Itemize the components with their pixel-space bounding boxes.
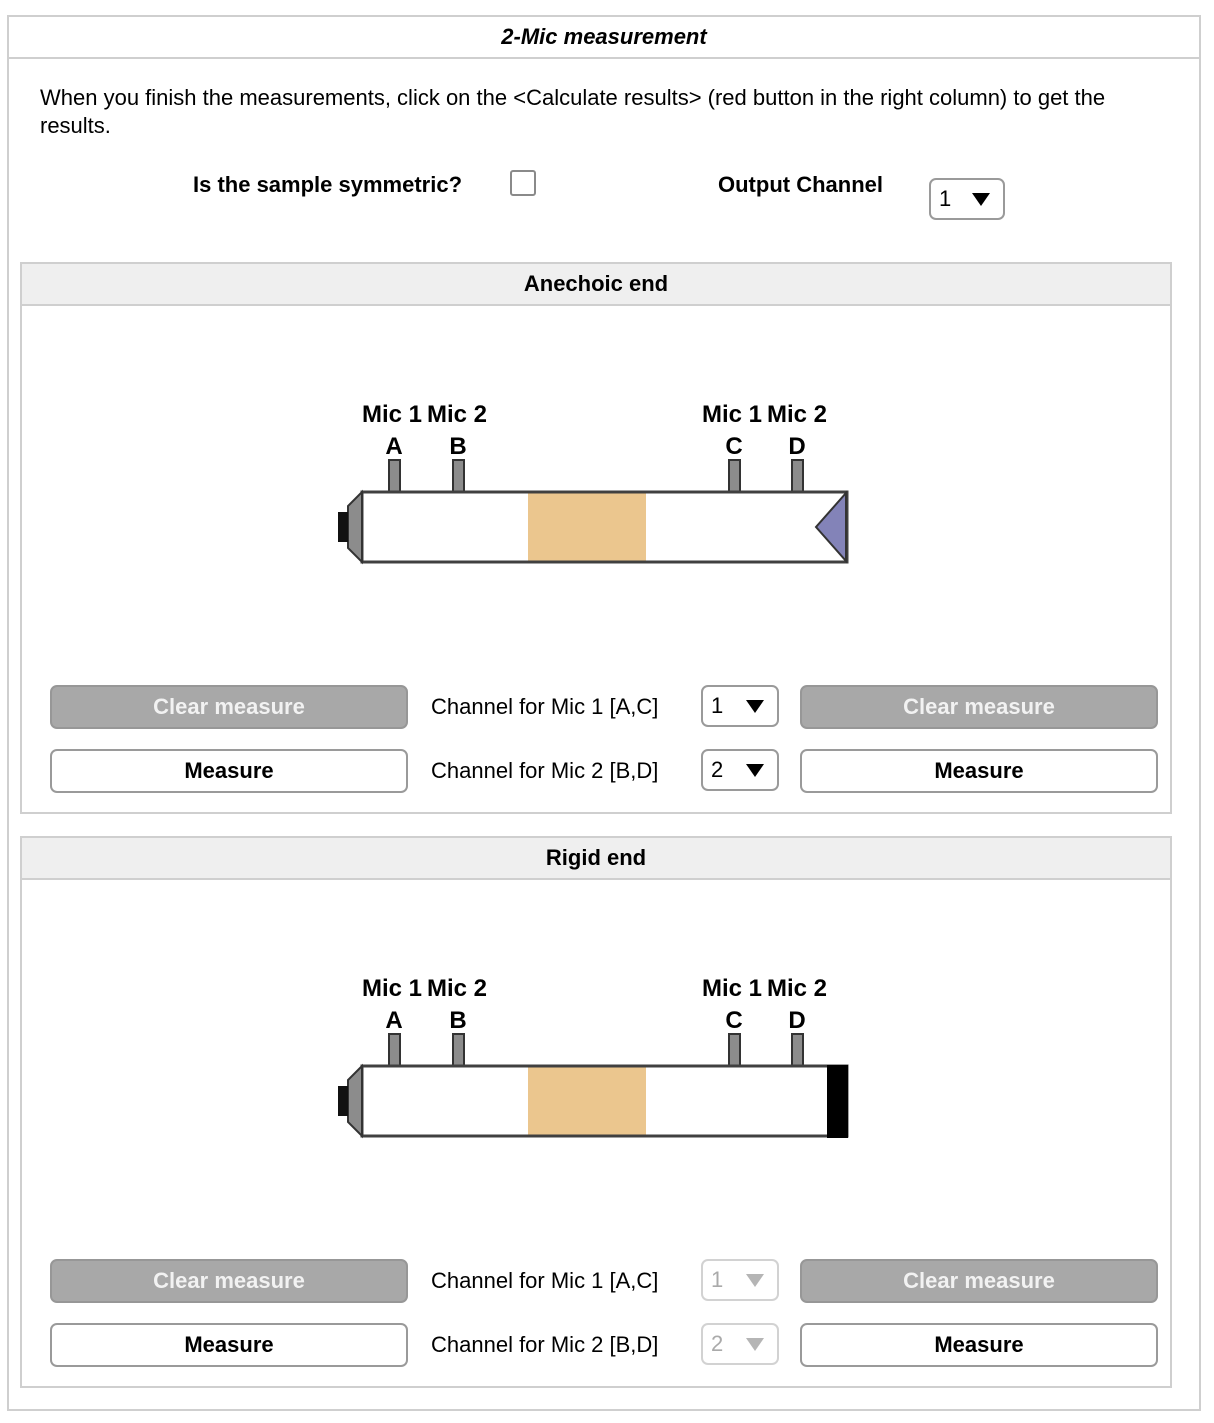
loudspeaker-icon xyxy=(347,1063,363,1139)
anechoic-end-header: Anechoic end xyxy=(22,264,1170,306)
rigid-mic2-channel-select[interactable]: 2 xyxy=(701,1323,779,1365)
mic1-label-left: Mic 1 xyxy=(362,975,422,1002)
rigid-mic1-channel-value: 1 xyxy=(711,1267,724,1292)
position-d-label: D xyxy=(788,1007,805,1034)
output-channel-value: 1 xyxy=(939,186,952,211)
rigid-end-header: Rigid end xyxy=(22,838,1170,880)
rigid-mic1-channel-label: Channel for Mic 1 [A,C] xyxy=(431,1268,659,1293)
position-a-label: A xyxy=(385,433,402,460)
mic-c-icon xyxy=(728,459,741,493)
anechoic-mic1-channel-select[interactable]: 1 xyxy=(701,685,779,727)
output-channel-select[interactable]: 1 xyxy=(929,178,1005,220)
dropdown-arrow-icon xyxy=(746,700,764,713)
mic-a-icon xyxy=(388,1033,401,1067)
speaker-driver-icon xyxy=(338,1086,348,1116)
panel-title: 2-Mic measurement xyxy=(9,17,1199,59)
mic1-label-right: Mic 1 xyxy=(702,401,762,428)
dropdown-arrow-icon xyxy=(746,1338,764,1351)
speaker-driver-icon xyxy=(338,512,348,542)
anechoic-clear-measure-left-button[interactable]: Clear measure xyxy=(50,685,408,729)
rigid-clear-measure-left-button[interactable]: Clear measure xyxy=(50,1259,408,1303)
rigid-tube-diagram: Mic 1 Mic 2 Mic 1 Mic 2 A B C D xyxy=(338,975,849,1139)
dropdown-arrow-icon xyxy=(746,1274,764,1287)
rigid-clear-measure-right-button[interactable]: Clear measure xyxy=(800,1259,1158,1303)
rigid-measure-left-button[interactable]: Measure xyxy=(50,1323,408,1367)
anechoic-mic1-channel-value: 1 xyxy=(711,693,724,718)
dropdown-arrow-icon xyxy=(746,764,764,777)
mic2-label-left: Mic 2 xyxy=(427,401,487,428)
loudspeaker-icon xyxy=(347,489,363,565)
rigid-termination-icon xyxy=(827,1065,848,1138)
rigid-mic1-channel-select[interactable]: 1 xyxy=(701,1259,779,1301)
sample-block xyxy=(528,493,646,561)
anechoic-mic2-channel-value: 2 xyxy=(711,757,724,782)
mic-d-icon xyxy=(791,1033,804,1067)
output-channel-label: Output Channel xyxy=(718,172,883,197)
mic1-label-left: Mic 1 xyxy=(362,401,422,428)
mic2-label-right: Mic 2 xyxy=(767,975,827,1002)
anechoic-measure-right-button[interactable]: Measure xyxy=(800,749,1158,793)
position-b-label: B xyxy=(449,433,466,460)
mic-d-icon xyxy=(791,459,804,493)
rigid-mic2-channel-label: Channel for Mic 2 [B,D] xyxy=(431,1332,659,1357)
position-c-label: C xyxy=(725,433,742,460)
mic2-label-right: Mic 2 xyxy=(767,401,827,428)
anechoic-mic2-channel-label: Channel for Mic 2 [B,D] xyxy=(431,758,659,783)
rigid-mic2-channel-value: 2 xyxy=(711,1331,724,1356)
mic-b-icon xyxy=(452,459,465,493)
instructions-text: When you finish the measurements, click … xyxy=(40,85,1106,138)
position-a-label: A xyxy=(385,1007,402,1034)
anechoic-clear-measure-right-button[interactable]: Clear measure xyxy=(800,685,1158,729)
anechoic-measure-left-button[interactable]: Measure xyxy=(50,749,408,793)
mic-b-icon xyxy=(452,1033,465,1067)
anechoic-mic2-channel-select[interactable]: 2 xyxy=(701,749,779,791)
position-c-label: C xyxy=(725,1007,742,1034)
mic-a-icon xyxy=(388,459,401,493)
mic2-label-left: Mic 2 xyxy=(427,975,487,1002)
position-b-label: B xyxy=(449,1007,466,1034)
symmetric-checkbox[interactable] xyxy=(510,170,536,196)
anechoic-mic1-channel-label: Channel for Mic 1 [A,C] xyxy=(431,694,659,719)
anechoic-tube-diagram: Mic 1 Mic 2 Mic 1 Mic 2 A B C D xyxy=(338,401,849,565)
mic1-label-right: Mic 1 xyxy=(702,975,762,1002)
rigid-measure-right-button[interactable]: Measure xyxy=(800,1323,1158,1367)
symmetric-label: Is the sample symmetric? xyxy=(193,172,463,197)
sample-block xyxy=(528,1067,646,1135)
position-d-label: D xyxy=(788,433,805,460)
dropdown-arrow-icon xyxy=(972,193,990,206)
mic-c-icon xyxy=(728,1033,741,1067)
